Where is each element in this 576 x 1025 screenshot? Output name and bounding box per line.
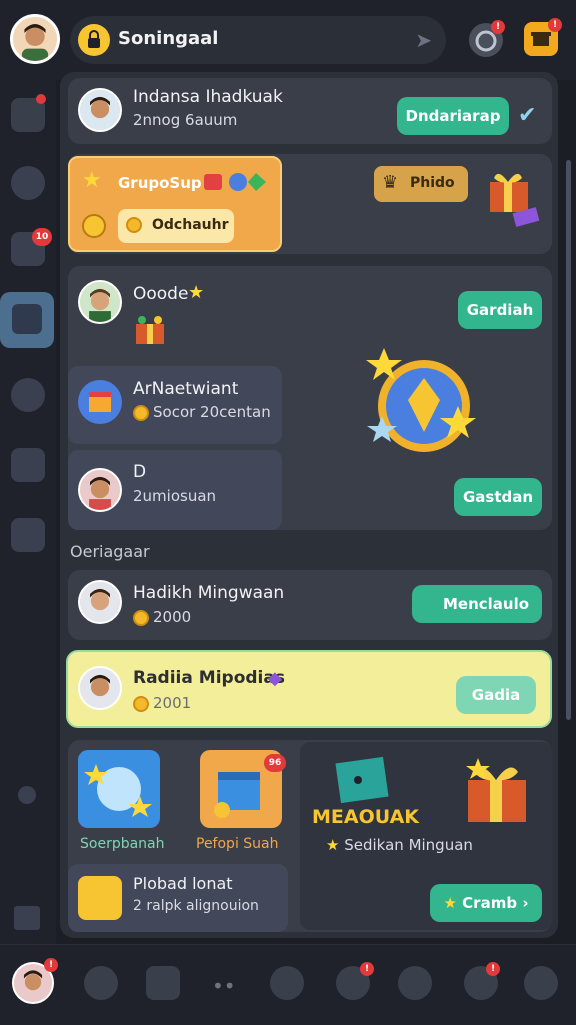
challenge-avatar-1[interactable]	[78, 280, 122, 324]
sidebar-home-badge	[36, 94, 46, 104]
check-icon[interactable]: ✔	[518, 103, 536, 128]
promo-image	[332, 754, 396, 808]
sidebar	[0, 80, 56, 944]
star-icon: ★	[443, 894, 457, 912]
app-title: Soningaal	[118, 28, 219, 49]
promo-title: MEAOUAK	[312, 806, 420, 828]
challenge-mid-title: ArNaetwiant	[133, 379, 239, 399]
coin-icon	[82, 214, 106, 238]
group-title: GrupoSup	[118, 174, 202, 192]
shop-badge: !	[548, 18, 562, 32]
challenge-low-button[interactable]: Gastdan	[454, 478, 542, 516]
user-avatar[interactable]	[10, 14, 60, 64]
section-label: Oeriagaar	[70, 542, 150, 561]
sidebar-profile-icon[interactable]	[11, 518, 45, 552]
trophy-icon: ♛	[382, 172, 399, 193]
sidebar-comment-icon[interactable]	[18, 786, 36, 804]
challenge-mid-subtitle: Socor 20centan	[153, 403, 271, 421]
gift-small-icon	[132, 312, 168, 348]
list-item-title: Radiia Mipodias	[133, 668, 285, 688]
shop-tile-2-badge: 96	[264, 754, 286, 772]
shop-tile-1[interactable]	[78, 750, 160, 828]
bottom-gear-icon[interactable]	[270, 966, 304, 1000]
bottom-more-icon[interactable]	[524, 966, 558, 1000]
scrollbar[interactable]	[566, 160, 571, 720]
puzzle-icon	[12, 304, 42, 334]
sidebar-home-bottom-icon[interactable]	[14, 906, 40, 930]
group-button[interactable]: Odchauhr	[118, 209, 234, 243]
list-item-value: 2001	[153, 694, 192, 712]
list-item-value-wrap: 2000	[133, 608, 191, 626]
list-item-button-label: Menclaulo	[442, 595, 530, 613]
gift-icon[interactable]	[484, 164, 540, 232]
group-tag[interactable]: ♛ Phido	[374, 166, 468, 202]
challenge-low-title: D	[133, 462, 147, 482]
chevron-right-icon: ›	[522, 894, 529, 912]
star-icon: ★	[326, 836, 340, 854]
extra-title: Plobad lonat	[133, 874, 233, 893]
list-avatar-2[interactable]	[78, 666, 122, 710]
profile-avatar[interactable]	[78, 88, 122, 132]
list-item-value-wrap: 2001	[133, 694, 191, 712]
list-item-button[interactable]: Gadia	[456, 676, 536, 714]
star-icon: ★	[82, 168, 102, 193]
gem-icon: ◆	[268, 668, 282, 689]
sidebar-target-icon[interactable]	[11, 166, 45, 200]
shop-tile-2-label: Pefopi Suah	[196, 836, 279, 852]
timer-badge: !	[491, 20, 505, 34]
bottom-settings-icon[interactable]	[84, 966, 118, 1000]
list-avatar-1[interactable]	[78, 580, 122, 624]
coin-icon	[133, 609, 149, 626]
coin-icon	[133, 695, 149, 712]
cube-icon	[78, 380, 122, 424]
challenge-top-title: Ooode	[133, 284, 189, 304]
star-icon: ★	[188, 282, 205, 303]
challenge-top-button[interactable]: Gardiah	[458, 291, 542, 329]
sidebar-calendar-icon[interactable]	[11, 448, 45, 482]
list-item-button[interactable]: Menclaulo	[412, 585, 542, 623]
challenge-low-subtitle: 2umiosuan	[133, 487, 217, 505]
medal-icon	[360, 340, 490, 470]
shop-tile-1-label: Soerpbanah	[80, 836, 165, 852]
bottom-dots-icon[interactable]: ••	[212, 974, 236, 998]
bottom-shield-icon[interactable]	[146, 966, 180, 1000]
cta-button[interactable]: ★ Cramb ›	[430, 884, 542, 922]
send-icon[interactable]: ➤	[415, 28, 432, 52]
sidebar-tasks-badge: 10	[32, 228, 52, 246]
sidebar-chat-icon[interactable]	[11, 378, 45, 412]
profile-name: Indansa Ihadkuak	[133, 87, 283, 107]
profile-action-button[interactable]: Dndariarap	[397, 97, 509, 135]
cta-label: Cramb	[462, 894, 518, 912]
list-item-title: Hadikh Mingwaan	[133, 583, 285, 603]
bottom-bird-badge: !	[360, 962, 374, 976]
bottom-gift-badge: !	[486, 962, 500, 976]
app-title-bar[interactable]: Soningaal ➤	[70, 16, 446, 64]
lock-icon	[78, 24, 110, 56]
sidebar-puzzle-active[interactable]	[0, 292, 54, 348]
profile-subtitle: 2nnog 6auum	[133, 111, 238, 129]
promo-subtitle-wrap: ★ Sedikan Minguan	[326, 836, 473, 854]
group-tag-label: Phido	[410, 175, 455, 191]
gift-large-icon	[460, 752, 540, 830]
promo-subtitle: Sedikan Minguan	[344, 836, 473, 854]
challenge-avatar-3[interactable]	[78, 468, 122, 512]
bottom-puzzle-icon[interactable]	[398, 966, 432, 1000]
challenge-mid-sub: Socor 20centan	[133, 403, 271, 421]
bottom-avatar-badge: !	[44, 958, 58, 972]
extra-subtitle: 2 ralpk alignouion	[133, 898, 259, 914]
coin-icon	[133, 404, 149, 421]
group-button-label: Odchauhr	[152, 217, 229, 233]
chest-icon	[78, 876, 122, 920]
gem-icons	[202, 170, 272, 194]
list-item-value: 2000	[153, 608, 192, 626]
coin-icon	[126, 217, 142, 233]
